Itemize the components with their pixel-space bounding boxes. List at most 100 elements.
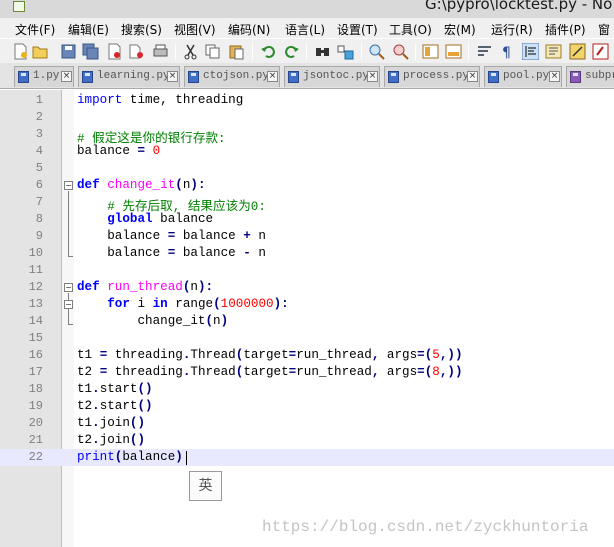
undo-icon[interactable] — [260, 43, 277, 60]
folder-workspace-icon[interactable] — [592, 43, 609, 60]
code-line: 7 # 先存后取, 结果应该为0: — [0, 194, 614, 214]
toolbar-separator — [175, 43, 176, 60]
code-editor[interactable]: 1 import time, threading 2 3 # 假定这是你的银行存… — [0, 90, 614, 547]
fold-toggle[interactable]: − — [64, 181, 73, 190]
svg-text:¶: ¶ — [502, 45, 511, 60]
line-number: 5 — [35, 161, 43, 175]
open-file-icon[interactable] — [32, 43, 49, 60]
line-number: 21 — [28, 433, 43, 447]
line-number: 9 — [35, 229, 43, 243]
fold-guide-end — [68, 256, 73, 257]
fold-guide-end — [68, 324, 73, 325]
toolbar-separator — [468, 43, 469, 60]
cut-icon[interactable] — [182, 43, 199, 60]
close-icon[interactable] — [106, 43, 123, 60]
tab-close-button[interactable]: × — [167, 71, 178, 82]
code-text: global balance — [107, 212, 214, 226]
function-list-icon[interactable] — [569, 43, 586, 60]
menu-settings[interactable]: 设置(T) — [337, 21, 378, 38]
code-text: t2.start() — [77, 399, 153, 413]
fold-toggle[interactable]: − — [64, 300, 73, 309]
menu-language[interactable]: 语言(L) — [285, 21, 325, 38]
code-line: 16 t1 = threading.Thread(target=run_thre… — [0, 347, 614, 364]
fold-toggle[interactable]: − — [64, 283, 73, 292]
code-line: 1 import time, threading — [0, 92, 614, 109]
save-icon[interactable] — [60, 43, 77, 60]
indent-guide-icon[interactable] — [522, 43, 539, 60]
tab-label: process.py — [403, 70, 470, 82]
code-line: 5 — [0, 160, 614, 177]
line-number: 3 — [35, 127, 43, 141]
tab-close-button[interactable]: × — [549, 71, 560, 82]
saved-file-icon — [188, 71, 199, 83]
line-number: 2 — [35, 110, 43, 124]
zoom-out-icon[interactable] — [392, 43, 409, 60]
doc-map-icon[interactable] — [545, 43, 562, 60]
code-text: print(balance) — [77, 450, 183, 464]
notepad-app-icon[interactable] — [13, 1, 25, 12]
code-line: 4 balance = 0 — [0, 143, 614, 160]
tab-pool-py[interactable]: pool.py × — [484, 66, 562, 87]
code-line: 19 t2.start() — [0, 398, 614, 415]
code-text: t2.join() — [77, 433, 146, 447]
ime-mode-indicator[interactable]: 英 — [189, 471, 222, 501]
new-file-icon[interactable] — [12, 43, 29, 60]
sync-v-icon[interactable] — [422, 43, 439, 60]
code-line: 10 balance = balance - n — [0, 245, 614, 262]
code-text: import time, threading — [77, 93, 244, 107]
save-all-icon[interactable] — [82, 43, 99, 60]
line-number: 6 — [35, 178, 43, 192]
show-all-chars-icon[interactable]: ¶ — [498, 43, 515, 60]
code-line: 2 — [0, 109, 614, 126]
replace-icon[interactable] — [337, 43, 354, 60]
code-text: t1.join() — [77, 416, 146, 430]
menu-encoding[interactable]: 编码(N) — [228, 21, 270, 38]
menu-run[interactable]: 运行(R) — [491, 21, 533, 38]
tab-ctojson-py[interactable]: ctojson.py × — [184, 66, 280, 87]
menu-bar: 文件(F) 编辑(E) 搜索(S) 视图(V) 编码(N) 语言(L) 设置(T… — [0, 18, 614, 38]
tab-label: 1.py — [33, 70, 60, 82]
menu-file[interactable]: 文件(F) — [15, 21, 55, 38]
toolbar-separator — [252, 43, 253, 60]
redo-icon[interactable] — [283, 43, 300, 60]
menu-edit[interactable]: 编辑(E) — [68, 21, 109, 38]
find-icon[interactable] — [314, 43, 331, 60]
tab-label: pool.py — [503, 70, 550, 82]
line-number: 19 — [28, 399, 43, 413]
tab-learning-py[interactable]: learning.py × — [78, 66, 180, 87]
copy-icon[interactable] — [204, 43, 221, 60]
line-number: 18 — [28, 382, 43, 396]
menu-search[interactable]: 搜索(S) — [121, 21, 162, 38]
code-text: balance = 0 — [77, 144, 161, 158]
menu-view[interactable]: 视图(V) — [174, 21, 216, 38]
tab-jsontoc-py[interactable]: jsontoc.py × — [284, 66, 380, 87]
tab-close-button[interactable]: × — [267, 71, 278, 82]
toolbar-separator — [415, 43, 416, 60]
print-icon[interactable] — [152, 43, 169, 60]
sync-h-icon[interactable] — [445, 43, 462, 60]
code-line: 20 t1.join() — [0, 415, 614, 432]
paste-icon[interactable] — [228, 43, 245, 60]
title-bar: G:\pypro\locktest.py - No — [0, 0, 614, 18]
tab-subprocess[interactable]: subpr — [566, 66, 614, 87]
menu-window[interactable]: 窗 — [598, 21, 610, 38]
line-number: 4 — [35, 144, 43, 158]
close-all-icon[interactable] — [128, 43, 145, 60]
saved-file-icon — [488, 71, 499, 83]
fold-guide — [68, 191, 69, 256]
menu-tools[interactable]: 工具(O) — [389, 21, 432, 38]
tab-close-button[interactable]: × — [467, 71, 478, 82]
tab-close-button[interactable]: × — [61, 71, 72, 82]
zoom-in-icon[interactable] — [368, 43, 385, 60]
word-wrap-icon[interactable] — [476, 43, 493, 60]
code-text: def run_thread(n): — [77, 280, 214, 294]
tab-close-button[interactable]: × — [367, 71, 378, 82]
code-text: t1.start() — [77, 382, 153, 396]
tab-process-py[interactable]: process.py × — [384, 66, 480, 87]
menu-plugins[interactable]: 插件(P) — [545, 21, 586, 38]
tab-label: ctojson.py — [203, 70, 270, 82]
code-line: 11 — [0, 262, 614, 279]
tab-1py[interactable]: 1.py × — [14, 66, 74, 87]
code-line: 14 change_it(n) — [0, 313, 614, 330]
menu-macro[interactable]: 宏(M) — [444, 21, 476, 38]
